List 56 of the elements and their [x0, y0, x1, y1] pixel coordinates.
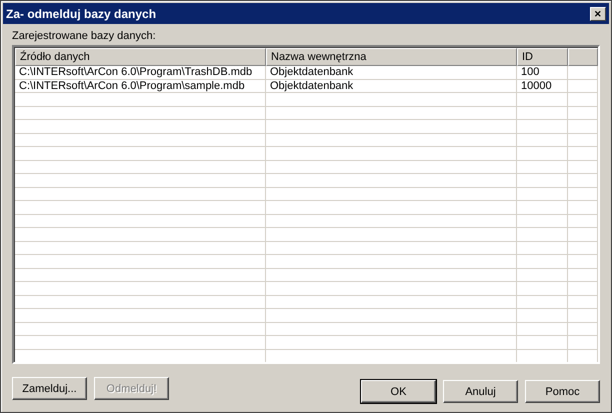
- empty-cell: [568, 336, 598, 350]
- empty-cell: [517, 336, 568, 350]
- empty-cell: [517, 242, 568, 255]
- empty-cell: [568, 80, 598, 93]
- empty-cell: [568, 93, 598, 106]
- empty-cell: [517, 106, 568, 120]
- empty-cell: [517, 93, 568, 106]
- register-button[interactable]: Zamelduj...: [12, 377, 87, 400]
- empty-cell: [568, 174, 598, 188]
- empty-cell: [568, 201, 598, 214]
- empty-cell: [568, 160, 598, 174]
- empty-cell: [517, 134, 568, 147]
- table-cell: 100: [517, 66, 568, 80]
- empty-cell: [517, 160, 568, 174]
- empty-cell: [517, 201, 568, 214]
- cancel-button[interactable]: Anuluj: [443, 380, 518, 403]
- empty-cell: [517, 228, 568, 242]
- column-header[interactable]: ID: [517, 48, 568, 66]
- empty-cell: [568, 309, 598, 322]
- empty-cell: [517, 120, 568, 134]
- list-label: Zarejestrowane bazy danych:: [12, 30, 156, 42]
- column-header[interactable]: Źródło danych: [15, 48, 266, 66]
- empty-cell: [568, 66, 598, 80]
- empty-cell: [568, 214, 598, 228]
- table-cell: C:\INTERsoft\ArCon 6.0\Program\sample.mdb: [15, 80, 266, 93]
- empty-cell: [568, 228, 598, 242]
- empty-cell: [568, 242, 598, 255]
- empty-cell: [517, 147, 568, 160]
- table-cell: C:\INTERsoft\ArCon 6.0\Program\TrashDB.mdb: [15, 66, 266, 80]
- empty-cell: [568, 188, 598, 201]
- ok-button[interactable]: OK: [361, 380, 436, 403]
- empty-cell: [517, 322, 568, 336]
- empty-cell: [517, 214, 568, 228]
- empty-cell: [568, 296, 598, 309]
- window-title: Za- odmelduj bazy danych: [6, 6, 156, 20]
- table-cell: Objektdatenbank: [266, 66, 517, 80]
- empty-cell: [517, 309, 568, 322]
- empty-cell: [517, 174, 568, 188]
- table-cell: Objektdatenbank: [266, 80, 517, 93]
- empty-cell: [517, 255, 568, 268]
- empty-cell: [517, 188, 568, 201]
- table-cell: 10000: [517, 80, 568, 93]
- empty-cell: [568, 147, 598, 160]
- empty-cell: [517, 296, 568, 309]
- help-button[interactable]: Pomoc: [525, 380, 600, 403]
- empty-cell: [517, 268, 568, 282]
- empty-cell: [568, 134, 598, 147]
- empty-cell: [568, 120, 598, 134]
- empty-cell: [517, 282, 568, 296]
- column-header[interactable]: Nazwa wewnętrzna: [266, 48, 517, 66]
- empty-cell: [568, 322, 598, 336]
- empty-cell: [568, 282, 598, 296]
- empty-cell: [568, 255, 598, 268]
- empty-cell: [568, 268, 598, 282]
- close-button[interactable]: ✕: [590, 6, 606, 20]
- empty-cell: [568, 106, 598, 120]
